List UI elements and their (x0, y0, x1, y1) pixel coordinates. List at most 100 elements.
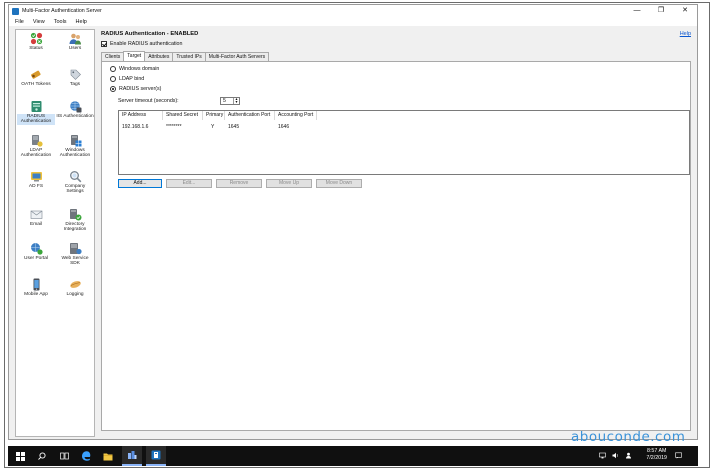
taskbar-mfa-server[interactable] (146, 446, 166, 466)
start-button[interactable] (10, 446, 30, 466)
cell-primary: Y (211, 124, 215, 130)
sidebar-item-label: RADIUS Authentication (17, 114, 55, 125)
move-up-button[interactable]: Move Up (266, 179, 312, 188)
tab-trusted-ips[interactable]: Trusted IPs (172, 52, 206, 61)
taskbar-file-explorer[interactable] (98, 446, 118, 466)
sidebar-item-label: Status (29, 46, 43, 51)
column-shared-secret[interactable]: Shared Secret (163, 111, 203, 120)
menu-help[interactable]: Help (76, 19, 87, 25)
sidebar-item-label: User Portal (24, 256, 48, 261)
logging-icon (69, 278, 82, 291)
sidebar-item-label: IIS Authentication (56, 114, 94, 119)
column-primary[interactable]: Primary (203, 111, 225, 120)
sidebar-item-mobile-app[interactable]: Mobile App (17, 278, 55, 297)
sidebar-item-oath-tokens[interactable]: OATH Tokens (17, 68, 55, 87)
column-accounting-port[interactable]: Accounting Port (275, 111, 317, 120)
cell-accounting-port: 1646 (278, 124, 290, 130)
menu-tools[interactable]: Tools (54, 19, 67, 25)
cell-ip-address: 192.168.1.6 (122, 124, 149, 130)
remove-button[interactable]: Remove (216, 179, 262, 188)
taskbar-search-button[interactable] (32, 446, 52, 466)
server-list-buttons: Add... Edit... Remove Move Up Move Down (118, 179, 366, 188)
sidebar-item-status[interactable]: Status (17, 32, 55, 51)
tab-clients[interactable]: Clients (101, 52, 125, 61)
radio-ldap-bind-row[interactable]: LDAP bind (110, 76, 144, 82)
column-authentication-port[interactable]: Authentication Port (225, 111, 275, 120)
sidebar-item-radius-authentication[interactable]: RADIUS Authentication (17, 100, 55, 125)
web-service-sdk-icon (69, 242, 82, 255)
sidebar-item-tags[interactable]: Tags (56, 68, 94, 87)
column-ip-address[interactable]: IP Address (119, 111, 163, 120)
sidebar-item-ad-fs[interactable]: AD FS (17, 170, 55, 189)
adfs-icon (30, 170, 43, 183)
directory-integration-icon (69, 208, 82, 221)
target-tab-panel: Windows domain LDAP bind RADIUS server(s… (101, 61, 691, 431)
radio-windows-domain-row[interactable]: Windows domain (110, 66, 159, 72)
app-icon (12, 7, 19, 15)
sidebar-item-users[interactable]: Users (56, 32, 94, 51)
status-icon (30, 32, 43, 45)
stepper-down-icon[interactable]: ▼ (234, 100, 239, 104)
menu-file[interactable]: File (15, 19, 24, 25)
sidebar-item-label: AD FS (28, 184, 44, 189)
enable-radius-checkbox[interactable] (101, 41, 107, 47)
radio-windows-domain[interactable] (110, 66, 116, 72)
move-down-button[interactable]: Move Down (316, 179, 362, 188)
mfa-server-icon (151, 450, 161, 460)
sidebar-item-iis-authentication[interactable]: IIS Authentication (56, 100, 94, 119)
close-button[interactable]: ✕ (673, 5, 697, 17)
add-button[interactable]: Add... (118, 179, 162, 188)
sidebar-item-label: LDAP Authentication (20, 148, 52, 159)
radio-radius-servers[interactable] (110, 86, 116, 92)
tab-attributes[interactable]: Attributes (144, 52, 174, 61)
sidebar-item-web-service-sdk[interactable]: Web Service SDK (56, 242, 94, 267)
sidebar-item-company-settings[interactable]: Company Settings (56, 170, 94, 195)
stepper-arrows: ▲ ▼ (233, 97, 239, 104)
sidebar-item-ldap-authentication[interactable]: LDAP Authentication (17, 134, 55, 159)
help-link[interactable]: Help (680, 31, 691, 37)
network-icon[interactable] (599, 452, 607, 459)
user-sync-icon[interactable] (625, 452, 632, 459)
sidebar-item-user-portal[interactable]: User Portal (17, 242, 55, 261)
edge-browser-icon (82, 451, 91, 461)
table-row[interactable]: 192.168.1.6 ******** Y 1645 1646 (119, 123, 317, 131)
tags-icon (69, 68, 82, 81)
maximize-button[interactable]: ❐ (649, 5, 673, 17)
server-timeout-value[interactable]: 5 (221, 98, 233, 104)
sidebar-item-label: Email (30, 222, 42, 227)
sidebar-item-email[interactable]: Email (17, 208, 55, 227)
sidebar-item-windows-authentication[interactable]: Windows Authentication (56, 134, 94, 159)
taskbar-server-manager[interactable] (122, 446, 142, 466)
notification-icon[interactable] (675, 452, 682, 459)
task-view-button[interactable] (54, 446, 74, 466)
user-portal-icon (30, 242, 43, 255)
minimize-button[interactable]: — (625, 5, 649, 17)
list-header: IP Address Shared Secret Primary Authent… (119, 111, 317, 120)
enable-radius-checkbox-row[interactable]: Enable RADIUS authentication (101, 41, 182, 47)
taskbar-clock[interactable]: 8:57 AM 7/2/2019 (646, 448, 667, 462)
radio-radius-servers-row[interactable]: RADIUS server(s) (110, 86, 161, 92)
radius-server-list[interactable]: IP Address Shared Secret Primary Authent… (118, 110, 690, 175)
app-window: Multi-Factor Authentication Server — ❐ ✕… (8, 4, 698, 440)
enable-radius-label: Enable RADIUS authentication (110, 41, 183, 47)
users-icon (69, 32, 82, 45)
sidebar-item-label: Logging (66, 292, 84, 297)
menu-view[interactable]: View (33, 19, 45, 25)
sidebar-item-label: Windows Authentication (59, 148, 91, 159)
sidebar-item-logging[interactable]: Logging (56, 278, 94, 297)
tab-multi-factor-auth-servers[interactable]: Multi-Factor Auth Servers (204, 52, 270, 61)
radio-ldap-bind[interactable] (110, 76, 116, 82)
main-panel: RADIUS Authentication - ENABLED Help Ena… (99, 29, 695, 437)
edit-button[interactable]: Edit... (166, 179, 212, 188)
window-title: Multi-Factor Authentication Server (22, 8, 102, 14)
volume-icon[interactable] (612, 452, 619, 459)
sidebar-item-directory-integration[interactable]: Directory Integration (56, 208, 94, 233)
radio-label: RADIUS server(s) (119, 86, 162, 92)
clock-date: 7/2/2019 (646, 455, 667, 461)
server-timeout-stepper[interactable]: 5 ▲ ▼ (220, 97, 240, 105)
title-bar[interactable]: Multi-Factor Authentication Server — ❐ ✕ (9, 5, 697, 17)
sidebar-item-label: OATH Tokens (21, 82, 51, 87)
taskbar-edge[interactable] (76, 446, 96, 466)
server-timeout-row: Server timeout (seconds): (118, 98, 179, 104)
tab-target[interactable]: Target (123, 51, 146, 61)
